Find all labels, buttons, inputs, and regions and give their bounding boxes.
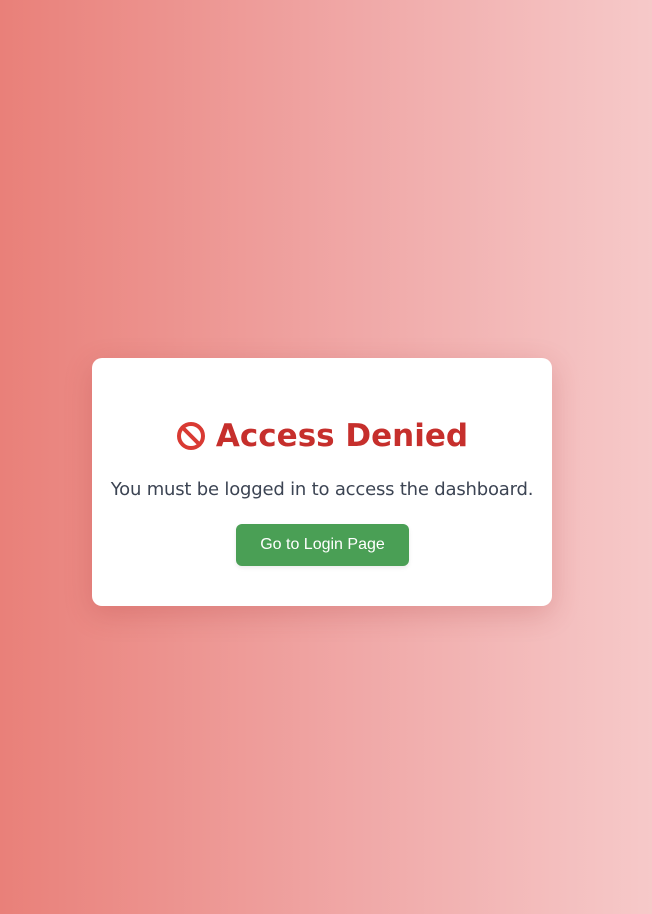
page-title: Access Denied: [92, 416, 552, 456]
access-denied-card: Access Denied You must be logged in to a…: [92, 358, 552, 606]
access-message: You must be logged in to access the dash…: [110, 479, 534, 500]
go-to-login-button[interactable]: Go to Login Page: [236, 524, 409, 566]
title-text: Access Denied: [215, 418, 469, 454]
prohibited-icon: [176, 421, 206, 451]
